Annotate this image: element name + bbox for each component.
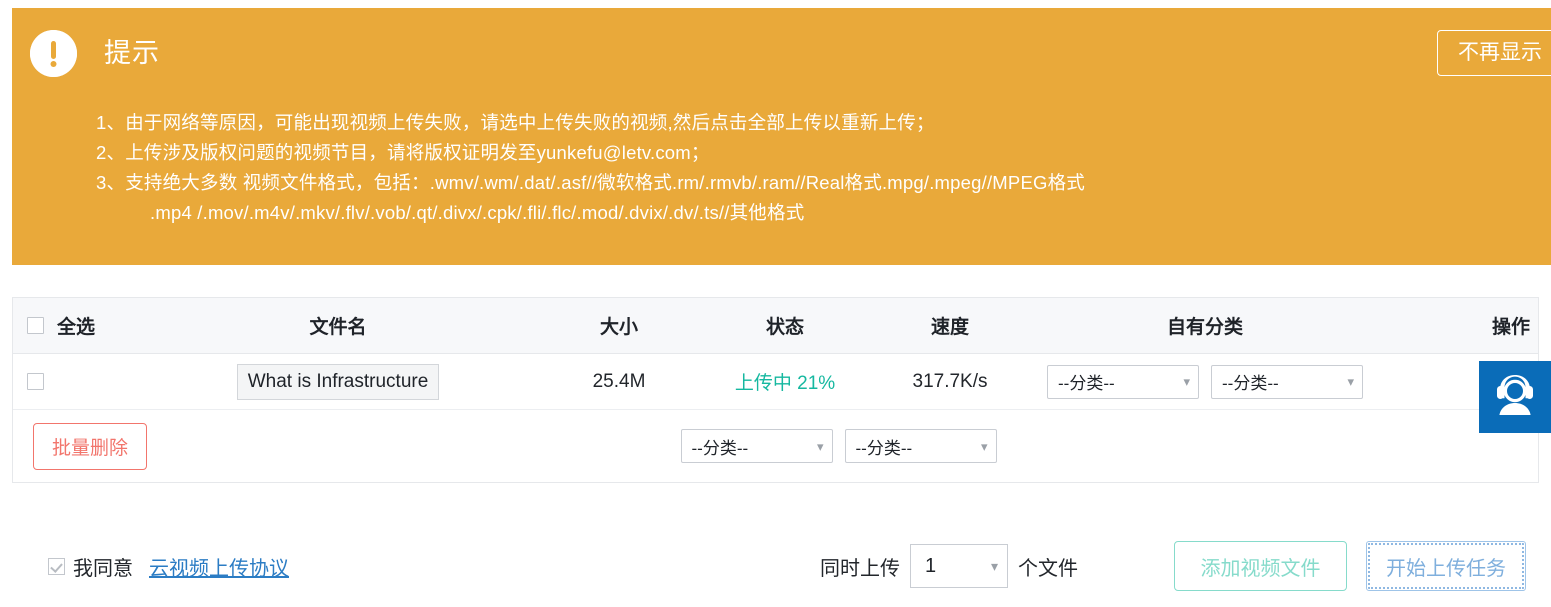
chevron-down-icon: ▾ — [980, 438, 988, 454]
table-header-row: 全选 文件名 大小 状态 速度 自有分类 操作 — [13, 298, 1538, 354]
column-header-status: 状态 — [765, 317, 804, 338]
notice-banner: 提示 不再显示 1、由于网络等原因，可能出现视频上传失败，请选中上传失败的视频,… — [12, 8, 1551, 265]
row-category-select-2-value: --分类-- — [1222, 374, 1279, 393]
chevron-down-icon: ▾ — [1183, 374, 1190, 389]
row-filename-cell: What is Infrastructure — [143, 363, 533, 400]
concurrent-prefix-label: 同时上传 — [820, 557, 900, 580]
bottom-action-bar: 我同意 云视频上传协议 同时上传 1 ▾ 个文件 添加视频文件 开始上传任务 — [0, 525, 1551, 607]
concurrent-count-value: 1 — [925, 554, 937, 577]
notice-line-text: 1、由于网络等原因，可能出现视频上传失败，请选中上传失败的视频,然后点击全部上传… — [96, 112, 935, 133]
footer-category-cell: --分类-- ▾ --分类-- ▾ — [669, 429, 1009, 463]
column-header-filename: 文件名 — [309, 317, 367, 338]
concurrent-upload-area: 同时上传 1 ▾ 个文件 — [820, 544, 1078, 588]
row-category-select-1-value: --分类-- — [1058, 374, 1115, 393]
column-header-category-label: 自有分类 — [1166, 317, 1243, 338]
footer-category-select-2-value: --分类-- — [855, 438, 913, 458]
dismiss-notice-button[interactable]: 不再显示 — [1437, 30, 1551, 76]
footer-category-select-1[interactable]: --分类-- ▾ — [680, 429, 833, 463]
chevron-down-icon: ▾ — [816, 438, 824, 454]
select-all-checkbox[interactable] — [26, 317, 44, 334]
row-speed: 317.7K/s — [912, 370, 988, 392]
notice-body: 1、由于网络等原因，可能出现视频上传失败，请选中上传失败的视频,然后点击全部上传… — [12, 80, 1551, 228]
row-category-cell: --分类-- ▾ --分类-- ▾ — [1035, 364, 1375, 399]
table-row: What is Infrastructure 25.4M 上传中 21% 317… — [13, 354, 1538, 410]
start-upload-button[interactable]: 开始上传任务 — [1366, 541, 1526, 591]
row-size: 25.4M — [592, 370, 646, 392]
row-category-select-2[interactable]: --分类-- ▾ — [1211, 364, 1363, 399]
batch-delete-button[interactable]: 批量删除 — [33, 422, 148, 470]
customer-service-widget[interactable] — [1479, 361, 1551, 433]
filename-input[interactable]: What is Infrastructure — [236, 363, 440, 400]
notice-title: 提示 — [104, 37, 160, 68]
select-all-checkbox-cell — [13, 317, 57, 334]
notice-line-text: 2、上传涉及版权问题的视频节目，请将版权证明发至yunkefu@letv.com… — [96, 142, 710, 163]
notice-line: 1、由于网络等原因，可能出现视频上传失败，请选中上传失败的视频,然后点击全部上传… — [96, 108, 1551, 138]
chevron-down-icon: ▾ — [1347, 374, 1354, 389]
notice-line-continuation: .mp4 /.mov/.m4v/.mkv/.flv/.vob/.qt/.divx… — [150, 202, 805, 223]
agree-label: 我同意 — [73, 557, 133, 580]
column-header-size: 大小 — [599, 317, 638, 338]
row-category-select-1[interactable]: --分类-- ▾ — [1047, 364, 1199, 399]
notice-line-text: 3、支持绝大多数 视频文件格式，包括：.wmv/.wm/.dat/.asf//微… — [96, 172, 1085, 193]
batch-delete-cell: 批量删除 — [13, 422, 148, 470]
footer-category-select-1-value: --分类-- — [691, 438, 749, 458]
chevron-down-icon: ▾ — [990, 557, 998, 574]
column-header-action: 操作 — [1491, 317, 1530, 338]
upload-status-text: 上传中 21% — [734, 373, 836, 394]
column-header-select-all: 全选 — [57, 317, 96, 338]
notice-line: 2、上传涉及版权问题的视频节目，请将版权证明发至yunkefu@letv.com… — [96, 138, 1551, 168]
agreement-link[interactable]: 云视频上传协议 — [149, 552, 289, 581]
column-header-category: 自有分类 — [1035, 312, 1375, 339]
exclamation-circle-icon — [30, 29, 77, 77]
notice-line: 3、支持绝大多数 视频文件格式，包括：.wmv/.wm/.dat/.asf//微… — [96, 168, 1551, 228]
upload-table-card: 全选 文件名 大小 状态 速度 自有分类 操作 What is Infrastr… — [12, 297, 1539, 483]
headset-support-icon — [1487, 367, 1543, 428]
row-checkbox-cell — [13, 373, 57, 390]
agree-checkbox[interactable] — [48, 557, 65, 575]
row-status: 上传中 21% — [705, 368, 865, 395]
concurrent-count-select[interactable]: 1 ▾ — [910, 544, 1008, 588]
table-footer-row: 批量删除 --分类-- ▾ --分类-- ▾ — [13, 410, 1538, 482]
concurrent-suffix-label: 个文件 — [1018, 557, 1078, 580]
add-video-files-button[interactable]: 添加视频文件 — [1174, 541, 1347, 591]
agreement-area: 我同意 云视频上传协议 — [48, 552, 289, 581]
column-header-speed: 速度 — [930, 317, 969, 338]
notice-header: 提示 — [12, 8, 1551, 80]
row-select-checkbox[interactable] — [26, 373, 44, 390]
footer-category-select-2[interactable]: --分类-- ▾ — [844, 429, 997, 463]
